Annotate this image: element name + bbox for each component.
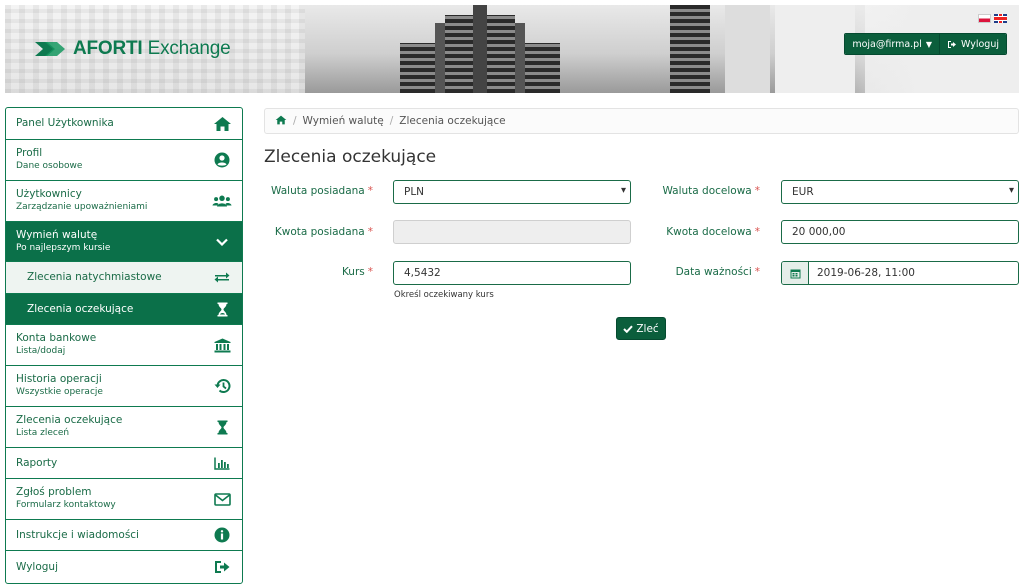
users-icon [212, 191, 232, 211]
sign-out-icon [948, 40, 956, 48]
target-currency-select[interactable]: EUR [781, 180, 1019, 204]
chevron-down-icon [212, 232, 232, 252]
history-icon [212, 376, 232, 396]
sidebar-item-pending-orders[interactable]: Zlecenia oczekujące [6, 294, 242, 325]
header-city-photo [305, 5, 865, 93]
sidebar-item-instant-orders[interactable]: Zlecenia natychmiastowe [6, 262, 242, 294]
sign-out-icon [212, 557, 232, 577]
rate-value: 4,5432 [404, 267, 441, 279]
sidebar-item-report-problem[interactable]: Zgłoś problem Formularz kontaktowy [6, 479, 242, 520]
breadcrumb-link-exchange[interactable]: Wymień walutę [303, 115, 384, 127]
flag-pl-icon[interactable] [978, 14, 991, 23]
target-amount-value: 20 000,00 [792, 226, 846, 238]
logout-label: Wyloguj [961, 38, 999, 50]
sidebar-item-label: Wyloguj [16, 560, 58, 573]
bank-icon [212, 335, 232, 355]
owned-currency-value: PLN [404, 186, 425, 198]
aforti-logo[interactable]: AFORTI Exchange [33, 38, 231, 60]
sidebar-item-label: Wymień walutę [16, 228, 98, 241]
user-box: moja@firma.pl ▼ Wyloguj [844, 33, 1007, 55]
sidebar-item-sublabel: Dane osobowe [16, 161, 83, 171]
header-banner: AFORTI Exchange moja@firma.pl ▼ Wyloguj [5, 5, 1019, 93]
page-title: Zlecenia oczekujące [264, 147, 437, 167]
sidebar-item-label: Zlecenia oczekujące [27, 302, 134, 315]
target-currency-value: EUR [792, 186, 814, 198]
hourglass-icon [212, 417, 232, 437]
exchange-arrows-icon [212, 268, 232, 288]
sidebar-item-label: Historia operacji [16, 373, 102, 385]
sidebar-item-sublabel: Zarządzanie upoważnieniami [16, 202, 148, 212]
sidebar-item-label: Zlecenia oczekujące [16, 414, 123, 426]
sidebar-item-label: Panel Użytkownika [16, 117, 114, 129]
info-icon [212, 525, 232, 545]
rate-label: Kurs * [341, 266, 373, 278]
sidebar-item-label: Użytkownicy [16, 188, 82, 200]
target-currency-label: Waluta docelowa * [662, 185, 760, 197]
logout-button[interactable]: Wyloguj [939, 34, 1006, 54]
sidebar-item-label: Zgłoś problem [16, 486, 92, 498]
home-icon [212, 114, 232, 134]
sidebar-item-label: Profil [16, 147, 43, 159]
sidebar-item-sublabel: Lista zleceń [16, 428, 70, 438]
user-email: moja@firma.pl [852, 38, 922, 50]
caret-down-icon: ▼ [925, 39, 932, 49]
envelope-icon [212, 489, 232, 509]
sidebar-item-sublabel: Wszystkie operacje [16, 387, 103, 397]
bar-chart-icon [212, 453, 232, 473]
sidebar-item-sublabel: Po najlepszym kursie [16, 242, 111, 253]
sidebar-item-exchange[interactable]: Wymień walutę Po najlepszym kursie [6, 222, 242, 262]
sidebar-item-sublabel: Lista/dodaj [16, 346, 66, 356]
calendar-icon[interactable] [782, 262, 809, 284]
submit-order-button[interactable]: Zleć [616, 317, 666, 340]
sidebar-item-label: Konta bankowe [16, 332, 97, 344]
user-circle-icon [212, 150, 232, 170]
flag-en-icon[interactable] [994, 14, 1007, 23]
rate-input[interactable]: 4,5432 [393, 261, 631, 285]
sidebar-item-logout[interactable]: Wyloguj [6, 551, 242, 583]
validity-date-input[interactable]: 2019-06-28, 11:00 [781, 261, 1019, 285]
validity-date-value: 2019-06-28, 11:00 [817, 267, 915, 279]
sidebar-item-sublabel: Formularz kontaktowy [16, 500, 116, 510]
sidebar-item-label: Instrukcje i wiadomości [16, 528, 139, 541]
sidebar: Panel Użytkownika Profil Dane osobowe Uż… [5, 107, 243, 584]
target-amount-input[interactable]: 20 000,00 [781, 220, 1019, 244]
sidebar-item-bank-accounts[interactable]: Konta bankowe Lista/dodaj [6, 325, 242, 366]
home-icon[interactable] [275, 115, 287, 128]
owned-currency-select[interactable]: PLN [393, 180, 631, 204]
sidebar-item-users[interactable]: Użytkownicy Zarządzanie upoważnieniami [6, 181, 242, 222]
sidebar-item-reports[interactable]: Raporty [6, 448, 242, 479]
hourglass-icon [212, 299, 232, 319]
breadcrumb-current: Zlecenia oczekujące [399, 115, 506, 127]
owned-amount-label: Kwota posiadana * [274, 226, 373, 238]
target-amount-label: Kwota docelowa * [666, 226, 760, 238]
sidebar-item-panel[interactable]: Panel Użytkownika [6, 108, 242, 140]
breadcrumb: / Wymień walutę / Zlecenia oczekujące [264, 108, 1019, 134]
logo-mark-icon [35, 42, 65, 56]
brand-name: AFORTI Exchange [73, 38, 231, 59]
user-menu-button[interactable]: moja@firma.pl ▼ [845, 34, 939, 54]
sidebar-item-profile[interactable]: Profil Dane osobowe [6, 140, 242, 181]
rate-hint: Określ oczekiwany kurs [394, 290, 494, 300]
sidebar-item-label: Raporty [16, 456, 58, 469]
check-icon [623, 325, 634, 333]
sidebar-item-instructions[interactable]: Instrukcje i wiadomości [6, 520, 242, 551]
validity-date-label: Data ważności * [675, 266, 760, 278]
owned-amount-input[interactable] [393, 220, 631, 244]
sidebar-item-pending-list[interactable]: Zlecenia oczekujące Lista zleceń [6, 407, 242, 448]
submit-order-label: Zleć [636, 322, 659, 335]
sidebar-item-label: Zlecenia natychmiastowe [27, 271, 162, 283]
language-switcher [978, 14, 1007, 23]
owned-currency-label: Waluta posiadana * [271, 185, 373, 197]
sidebar-item-history[interactable]: Historia operacji Wszystkie operacje [6, 366, 242, 407]
